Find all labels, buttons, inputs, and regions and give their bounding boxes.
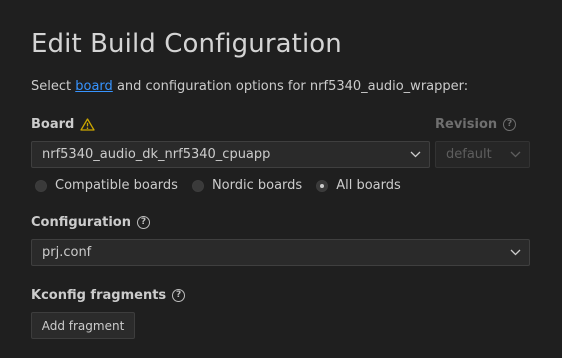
- revision-select[interactable]: default: [435, 141, 530, 168]
- radio-button[interactable]: [316, 179, 329, 192]
- revision-label-row: Revision ?: [435, 117, 517, 132]
- description-suffix: and configuration options for nrf5340_au…: [116, 79, 469, 94]
- radio-label: Nordic boards: [211, 178, 303, 193]
- radio-button[interactable]: [35, 179, 47, 192]
- board-label-row: Board: [31, 117, 95, 132]
- kconfig-label-row: Kconfig fragments ?: [31, 288, 186, 303]
- add-fragment-button[interactable]: Add fragment: [31, 312, 135, 339]
- warning-icon[interactable]: [80, 118, 95, 131]
- revision-help-icon[interactable]: ?: [503, 118, 517, 131]
- revision-label: Revision: [435, 117, 498, 132]
- chevron-down-icon: [410, 151, 421, 158]
- configuration-label-row: Configuration ?: [31, 215, 150, 230]
- radio-button[interactable]: [191, 179, 204, 192]
- board-select[interactable]: nrf5340_audio_dk_nrf5340_cpuapp: [31, 141, 430, 168]
- radio-label: Compatible boards: [55, 178, 178, 193]
- kconfig-label: Kconfig fragments: [31, 288, 167, 303]
- configuration-select-value: prj.conf: [42, 245, 92, 260]
- board-link[interactable]: board: [75, 79, 113, 94]
- chevron-down-icon: [510, 151, 521, 158]
- configuration-help-icon[interactable]: ?: [136, 216, 150, 229]
- radio-compatible-boards[interactable]: Compatible boards: [35, 178, 178, 193]
- page-title: Edit Build Configuration: [31, 29, 342, 59]
- configuration-label: Configuration: [31, 215, 131, 230]
- revision-select-value: default: [446, 147, 492, 162]
- chevron-down-icon: [510, 249, 521, 256]
- board-label: Board: [31, 117, 75, 132]
- configuration-select[interactable]: prj.conf: [31, 239, 530, 266]
- board-filter-group: Compatible boards Nordic boards All boar…: [35, 178, 415, 193]
- description-prefix: Select: [31, 79, 72, 94]
- radio-all-boards[interactable]: All boards: [316, 178, 401, 193]
- radio-nordic-boards[interactable]: Nordic boards: [191, 178, 303, 193]
- kconfig-help-icon[interactable]: ?: [172, 289, 186, 302]
- page-description: Select board and configuration options f…: [31, 79, 468, 94]
- radio-label: All boards: [336, 178, 401, 193]
- board-select-value: nrf5340_audio_dk_nrf5340_cpuapp: [42, 147, 271, 162]
